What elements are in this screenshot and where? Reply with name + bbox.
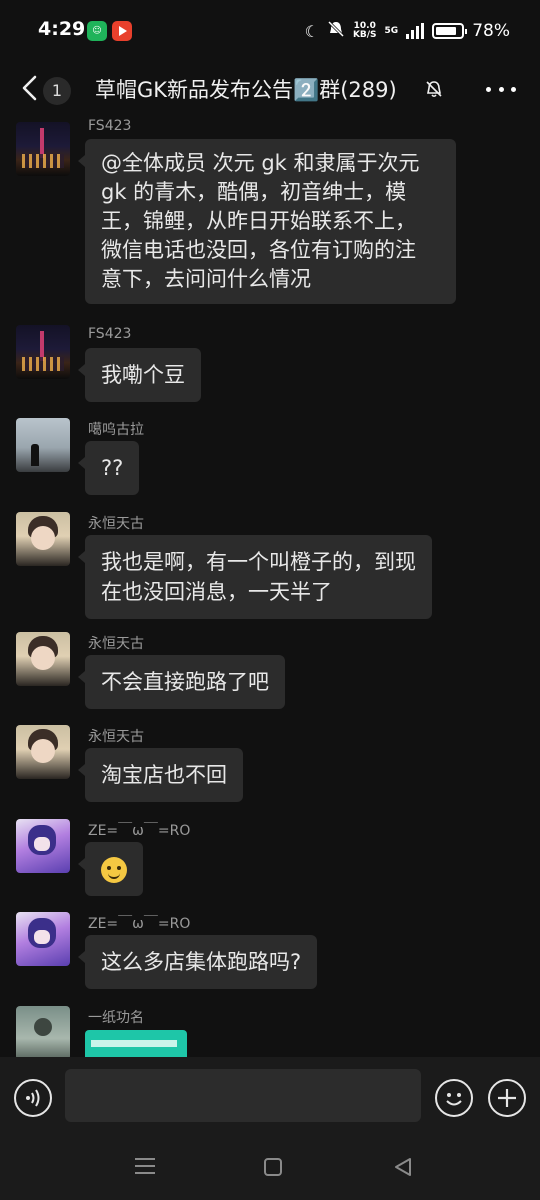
- message-line: 在也没回消息，一天半了: [101, 580, 332, 604]
- unread-count-badge[interactable]: 1: [43, 77, 71, 105]
- message-bubble[interactable]: 我嘞个豆: [78, 348, 201, 402]
- boy-portrait-avatar[interactable]: [16, 632, 70, 686]
- network-type: 5G: [384, 26, 399, 36]
- status-bar: 4:29 ☺ ☾ 10.0 KB/S 5G 78%: [0, 0, 540, 62]
- message-line: 淘宝店也不回: [101, 763, 227, 787]
- voice-icon[interactable]: [14, 1079, 52, 1117]
- sender-name: 永恒天古: [88, 729, 144, 745]
- status-indicators: ☾ 10.0 KB/S 5G 78%: [305, 19, 510, 43]
- sender-name: 永恒天古: [88, 636, 144, 652]
- plus-icon[interactable]: [488, 1079, 526, 1117]
- mute-bell-icon: [327, 20, 345, 42]
- boy-portrait-avatar[interactable]: [16, 725, 70, 779]
- sender-name: FS423: [88, 118, 132, 134]
- do-not-disturb-icon: ☾: [304, 21, 319, 41]
- message-input[interactable]: [65, 1069, 421, 1122]
- wechat-green-icon: ☺: [87, 21, 107, 41]
- signal-icon: [406, 23, 425, 39]
- boy-portrait-avatar[interactable]: [16, 512, 70, 566]
- sender-name: 一纸功名: [88, 1010, 144, 1026]
- sender-name: 永恒天古: [88, 516, 144, 532]
- message-line: 意下，去问问什么情况: [101, 267, 311, 291]
- chat-title[interactable]: 草帽GK新品发布公告2️⃣群(289): [95, 74, 397, 104]
- video-red-icon: [112, 21, 132, 41]
- message-line: 我也是啊，有一个叫橙子的，到现: [101, 550, 416, 574]
- system-nav-bar: [0, 1139, 540, 1200]
- sender-name: ZE=￣ω￣=RO: [88, 823, 191, 839]
- city-night-avatar[interactable]: [16, 325, 70, 379]
- message-bubble[interactable]: 淘宝店也不回: [78, 748, 243, 802]
- message-bubble[interactable]: [78, 842, 143, 896]
- sender-name: 噶呜古拉: [88, 422, 144, 438]
- foggy-man-avatar[interactable]: [16, 418, 70, 472]
- battery-percent: 78%: [472, 21, 510, 41]
- message-line: ??: [101, 456, 124, 480]
- message-bubble[interactable]: 不会直接跑路了吧: [78, 655, 285, 709]
- city-night-avatar[interactable]: [16, 122, 70, 176]
- back-icon[interactable]: [392, 1157, 414, 1177]
- message-line: 王，锦鲤，从昨日开始联系不上，: [101, 209, 416, 233]
- sketch-boy-avatar[interactable]: [16, 1006, 70, 1057]
- message-line: @全体成员 次元 gk 和隶属于次元: [101, 151, 420, 175]
- more-options-button[interactable]: [486, 76, 516, 102]
- home-icon[interactable]: [264, 1158, 282, 1176]
- sender-name: FS423: [88, 326, 132, 342]
- smile-emoji-icon: [101, 857, 127, 883]
- network-speed: 10.0 KB/S: [353, 22, 377, 40]
- bell-off-icon: [423, 78, 445, 100]
- message-line: 不会直接跑路了吧: [101, 670, 269, 694]
- image-message-thumbnail[interactable]: [85, 1030, 187, 1057]
- anime-girl-avatar[interactable]: [16, 819, 70, 873]
- message-line: 我嘞个豆: [101, 363, 185, 387]
- message-bubble[interactable]: 我也是啊，有一个叫橙子的，到现 在也没回消息，一天半了: [78, 535, 432, 619]
- sender-name: ZE=￣ω￣=RO: [88, 916, 191, 932]
- status-time: 4:29: [38, 18, 86, 40]
- chat-header: 1 草帽GK新品发布公告2️⃣群(289): [0, 62, 540, 116]
- message-bubble[interactable]: @全体成员 次元 gk 和隶属于次元 gk 的青木，酷偶，初音绅士，模 王，锦鲤…: [78, 139, 456, 304]
- battery-icon: [432, 23, 468, 39]
- input-bar: [0, 1057, 540, 1139]
- message-line: 这么多店集体跑路吗?: [101, 950, 302, 974]
- message-bubble[interactable]: ??: [77, 441, 140, 495]
- message-list[interactable]: FS423 @全体成员 次元 gk 和隶属于次元 gk 的青木，酷偶，初音绅士，…: [0, 116, 540, 1057]
- anime-girl-avatar[interactable]: [16, 912, 70, 966]
- message-line: gk 的青木，酷偶，初音绅士，模: [101, 180, 407, 204]
- emoji-icon[interactable]: [435, 1079, 473, 1117]
- recent-apps-icon[interactable]: [135, 1158, 155, 1174]
- message-bubble[interactable]: 这么多店集体跑路吗?: [77, 935, 318, 989]
- back-arrow-icon[interactable]: [18, 73, 44, 103]
- message-line: 微信电话也没回，各位有订购的注: [101, 238, 416, 262]
- net-speed-unit: KB/S: [352, 30, 377, 40]
